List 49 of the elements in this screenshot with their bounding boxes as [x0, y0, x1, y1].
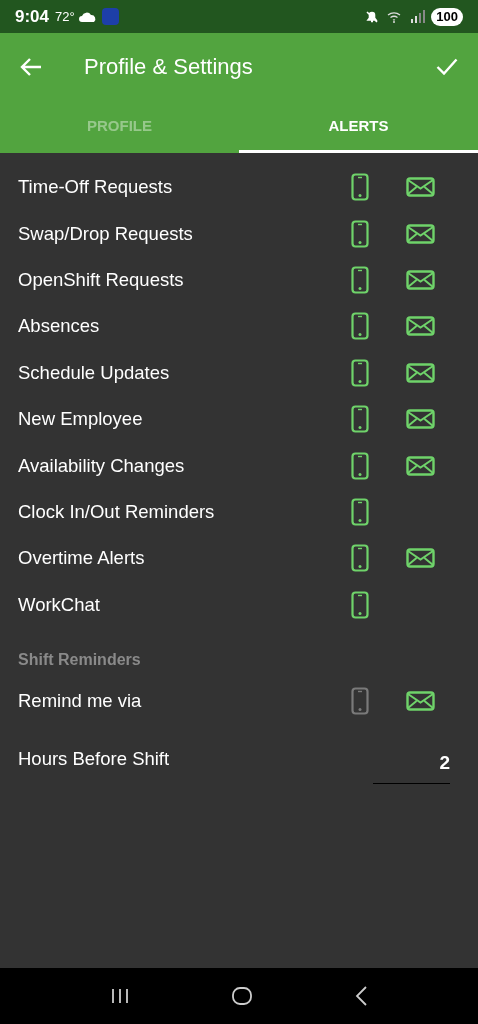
email-icon[interactable] — [406, 223, 435, 244]
alert-label: Absences — [18, 314, 101, 339]
back-arrow-icon[interactable] — [20, 56, 42, 77]
app-logo-icon — [101, 8, 119, 25]
phone-icon[interactable] — [351, 544, 369, 573]
phone-icon[interactable] — [351, 497, 369, 526]
email-icon[interactable] — [406, 691, 435, 712]
alert-label: Remind me via — [18, 689, 143, 714]
status-temperature: 72° — [55, 7, 75, 26]
back-icon[interactable] — [354, 986, 367, 1006]
alert-label: Time-Off Requests — [18, 175, 174, 200]
mute-icon — [365, 9, 380, 24]
checkmark-icon[interactable] — [436, 58, 458, 75]
email-icon[interactable] — [406, 362, 435, 383]
section-heading: Shift Reminders — [18, 649, 141, 670]
hours-input[interactable]: 2 — [373, 748, 450, 785]
cloud-icon — [78, 11, 97, 22]
alert-label: Swap/Drop Requests — [18, 221, 194, 246]
alert-label: Availability Changes — [18, 453, 186, 478]
phone-icon[interactable] — [351, 312, 369, 341]
screen-title: Profile & Settings — [84, 53, 253, 81]
tab[interactable]: PROFILE — [0, 100, 239, 153]
email-icon[interactable] — [406, 269, 435, 290]
email-icon[interactable] — [406, 316, 435, 337]
phone-icon[interactable] — [351, 265, 369, 294]
phone-icon[interactable] — [351, 451, 369, 480]
alert-label: New Employee — [18, 407, 144, 432]
phone-icon[interactable] — [351, 590, 369, 619]
email-icon[interactable] — [406, 455, 435, 476]
battery-indicator: 100 — [431, 7, 463, 26]
phone-icon[interactable] — [351, 687, 369, 716]
alert-label: Schedule Updates — [18, 360, 171, 385]
email-icon[interactable] — [406, 177, 435, 198]
recent-apps-icon[interactable] — [111, 988, 130, 1004]
status-time: 9:04 — [15, 5, 50, 28]
signal-icon — [411, 10, 426, 23]
field-label: Hours Before Shift — [18, 747, 171, 772]
phone-icon[interactable] — [351, 219, 369, 248]
alert-label: Overtime Alerts — [18, 546, 146, 571]
phone-icon[interactable] — [351, 173, 369, 202]
phone-icon[interactable] — [351, 405, 369, 434]
alert-label: Clock In/Out Reminders — [18, 500, 216, 525]
email-icon[interactable] — [406, 409, 435, 430]
alert-label: OpenShift Requests — [18, 268, 185, 293]
alert-label: WorkChat — [18, 592, 101, 617]
home-icon[interactable] — [232, 987, 252, 1005]
email-icon[interactable] — [406, 548, 435, 569]
phone-icon[interactable] — [351, 358, 369, 387]
tab[interactable]: ALERTS — [239, 100, 478, 153]
